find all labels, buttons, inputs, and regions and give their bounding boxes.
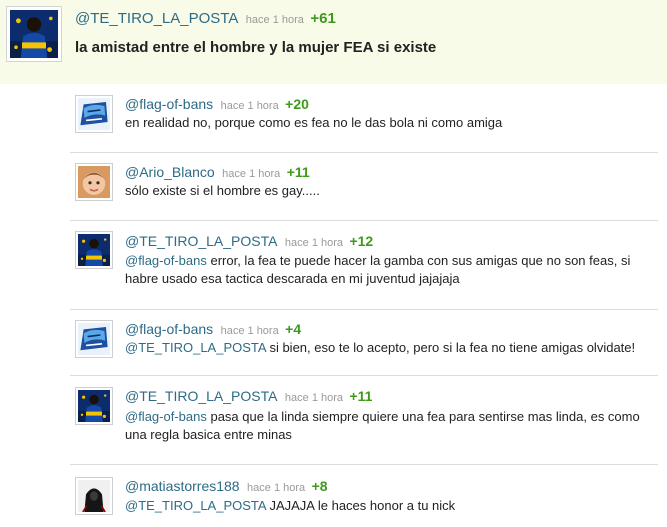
reply-username[interactable]: @Ario_Blanco	[125, 164, 215, 180]
reply-header: @flag-of-bans hace 1 hora +20	[125, 96, 309, 114]
reply-score: +8	[311, 478, 328, 494]
reply-username[interactable]: @matiastorres188	[125, 478, 240, 494]
reply-score: +11	[349, 388, 373, 404]
reply-avatar[interactable]	[75, 163, 113, 201]
reply-score: +11	[286, 164, 310, 180]
main-post-avatar[interactable]	[6, 6, 62, 62]
main-post-score: +61	[310, 10, 336, 27]
reply-score: +20	[285, 96, 309, 112]
reply-item: @flag-of-bans hace 1 hora +4 @TE_TIRO_LA…	[70, 310, 658, 376]
reply-username[interactable]: @flag-of-bans	[125, 96, 213, 112]
reply-mention[interactable]: @flag-of-bans	[125, 253, 207, 268]
reply-time: hace 1 hora	[284, 237, 344, 249]
reply-body: JAJAJA le haces honor a tu nick	[265, 498, 456, 513]
reply-text: @flag-of-bans pasa que la linda siempre …	[125, 408, 653, 444]
reply-score: +12	[349, 233, 374, 249]
main-post-header: @TE_TIRO_LA_POSTA hace 1 hora +61	[75, 10, 336, 28]
reply-avatar[interactable]	[75, 320, 113, 358]
main-post: @TE_TIRO_LA_POSTA hace 1 hora +61 la ami…	[0, 0, 667, 84]
boca-juniors-player-avatar-icon	[78, 390, 110, 422]
reply-header: @TE_TIRO_LA_POSTA hace 1 hora +12	[125, 233, 373, 251]
reply-time: hace 1 hora	[247, 482, 306, 494]
reply-score: +4	[285, 321, 302, 337]
main-post-text: la amistad entre el hombre y la mujer FE…	[75, 39, 437, 56]
reply-mention[interactable]: @TE_TIRO_LA_POSTA	[125, 498, 266, 513]
blue-logo-avatar-icon	[78, 98, 110, 130]
reply-time: hace 1 hora	[284, 392, 344, 404]
reply-header: @matiastorres188 hace 1 hora +8	[125, 478, 328, 496]
reply-item: @TE_TIRO_LA_POSTA hace 1 hora +12 @flag-…	[70, 221, 658, 310]
reply-text: @flag-of-bans error, la fea te puede hac…	[125, 252, 653, 288]
main-post-time: hace 1 hora	[245, 14, 304, 26]
reply-text: sólo existe si el hombre es gay.....	[125, 182, 653, 200]
reply-mention[interactable]: @TE_TIRO_LA_POSTA	[125, 340, 266, 355]
reply-avatar[interactable]	[75, 477, 113, 515]
boca-juniors-player-avatar-icon	[78, 234, 110, 266]
reply-header: @Ario_Blanco hace 1 hora +11	[125, 164, 310, 182]
reply-mention[interactable]: @flag-of-bans	[125, 409, 207, 424]
reply-username[interactable]: @TE_TIRO_LA_POSTA	[125, 388, 277, 404]
reply-item: @Ario_Blanco hace 1 hora +11 sólo existe…	[70, 153, 658, 221]
main-post-username[interactable]: @TE_TIRO_LA_POSTA	[75, 10, 238, 27]
hooded-figure-avatar-icon	[78, 480, 110, 512]
reply-text: @TE_TIRO_LA_POSTA JAJAJA le haces honor …	[125, 497, 653, 515]
reply-item: @TE_TIRO_LA_POSTA hace 1 hora +11 @flag-…	[70, 376, 658, 465]
reply-body: si bien, eso te lo acepto, pero si la fe…	[265, 340, 636, 355]
reply-text: en realidad no, porque como es fea no le…	[125, 114, 653, 132]
reply-time: hace 1 hora	[220, 100, 279, 112]
reply-text: @TE_TIRO_LA_POSTA si bien, eso te lo ace…	[125, 339, 653, 357]
reply-username[interactable]: @flag-of-bans	[125, 321, 213, 337]
reply-time: hace 1 hora	[222, 168, 281, 180]
reply-time: hace 1 hora	[220, 325, 279, 337]
reply-header: @TE_TIRO_LA_POSTA hace 1 hora +11	[125, 388, 372, 406]
reply-body: en realidad no, porque como es fea no le…	[125, 115, 503, 130]
reply-item: @matiastorres188 hace 1 hora +8 @TE_TIRO…	[70, 465, 658, 527]
reply-avatar[interactable]	[75, 387, 113, 425]
reply-avatar[interactable]	[75, 95, 113, 133]
reply-username[interactable]: @TE_TIRO_LA_POSTA	[125, 233, 277, 249]
reply-body: sólo existe si el hombre es gay.....	[125, 183, 320, 198]
reply-header: @flag-of-bans hace 1 hora +4	[125, 321, 301, 339]
blue-logo-avatar-icon	[78, 323, 110, 355]
baby-face-avatar-icon	[78, 166, 110, 198]
boca-juniors-player-avatar-icon	[10, 10, 58, 58]
reply-avatar[interactable]	[75, 231, 113, 269]
reply-item: @flag-of-bans hace 1 hora +20 en realida…	[70, 84, 658, 153]
